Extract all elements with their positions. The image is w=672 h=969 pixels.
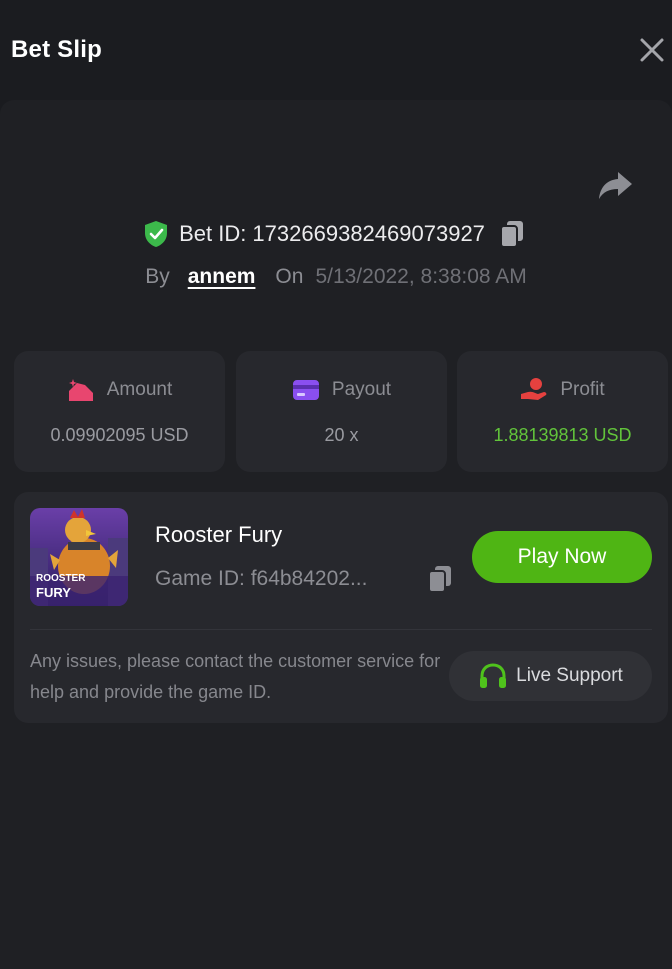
- on-label: On: [275, 265, 304, 288]
- close-icon[interactable]: [638, 36, 666, 64]
- bet-id-row: Bet ID: 1732669382469073927: [0, 216, 672, 252]
- payout-icon: [292, 380, 319, 400]
- stat-card-payout: Payout 20 x: [236, 351, 447, 472]
- share-icon[interactable]: [598, 170, 634, 200]
- headset-icon: [480, 663, 507, 688]
- stat-label: Amount: [106, 379, 173, 400]
- bet-id: Bet ID: 1732669382469073927: [179, 221, 485, 246]
- copy-icon[interactable]: [499, 220, 525, 248]
- bet-meta-row: By annem On 5/13/2022, 8:38:08 AM: [0, 260, 672, 294]
- profit-icon: [521, 378, 547, 400]
- thumb-title-1: ROOSTER: [36, 573, 86, 584]
- stat-label: Profit: [560, 379, 605, 400]
- game-id: Game ID: f64b84202...: [155, 567, 368, 590]
- play-now-button[interactable]: Play Now: [472, 531, 652, 583]
- stat-head-amount: Amount: [14, 375, 225, 405]
- stat-card-amount: Amount 0.09902095 USD: [14, 351, 225, 472]
- live-support-label: Live Support: [516, 665, 623, 686]
- stat-value: 0.09902095 USD: [50, 425, 189, 445]
- by-label: By: [145, 265, 170, 288]
- page-title: Bet Slip: [11, 36, 102, 63]
- game-thumbnail[interactable]: ROOSTER FURY: [30, 508, 128, 606]
- copy-icon[interactable]: [427, 565, 453, 593]
- game-card: ROOSTER FURY Rooster Fury Game ID: f64b8…: [14, 492, 668, 723]
- game-name: Rooster Fury: [155, 522, 283, 547]
- username-link[interactable]: annem: [188, 265, 256, 289]
- bet-date: 5/13/2022, 8:38:08 AM: [315, 265, 527, 288]
- stat-head-payout: Payout: [236, 375, 447, 405]
- stat-value: 20 x: [324, 425, 359, 445]
- bet-slip-page: Bet Slip Bet ID: 1732669382469073927 By …: [0, 0, 672, 969]
- header: Bet Slip: [0, 0, 672, 100]
- live-support-button[interactable]: Live Support: [449, 651, 652, 701]
- support-notice: Any issues, please contact the customer …: [30, 651, 441, 702]
- thumb-title-2: FURY: [36, 585, 71, 600]
- stat-card-profit: Profit 1.88139813 USD: [457, 351, 668, 472]
- stat-value: 1.88139813 USD: [493, 425, 632, 445]
- shield-check-icon: [145, 221, 168, 247]
- amount-icon: [68, 379, 93, 401]
- stat-label: Payout: [331, 379, 392, 400]
- divider: [30, 629, 652, 630]
- stat-head-profit: Profit: [457, 375, 668, 405]
